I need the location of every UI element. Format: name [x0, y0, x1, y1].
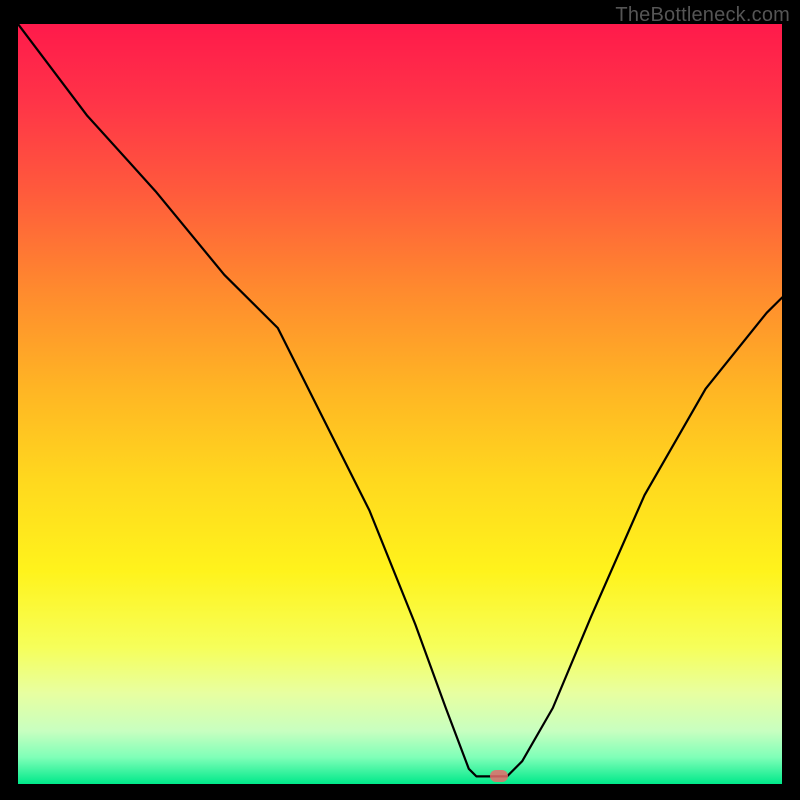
watermark-text: TheBottleneck.com [615, 4, 790, 27]
optimum-marker [490, 770, 508, 782]
chart-frame: TheBottleneck.com [0, 0, 800, 800]
gradient-background [18, 24, 782, 784]
plot-area [18, 24, 782, 784]
